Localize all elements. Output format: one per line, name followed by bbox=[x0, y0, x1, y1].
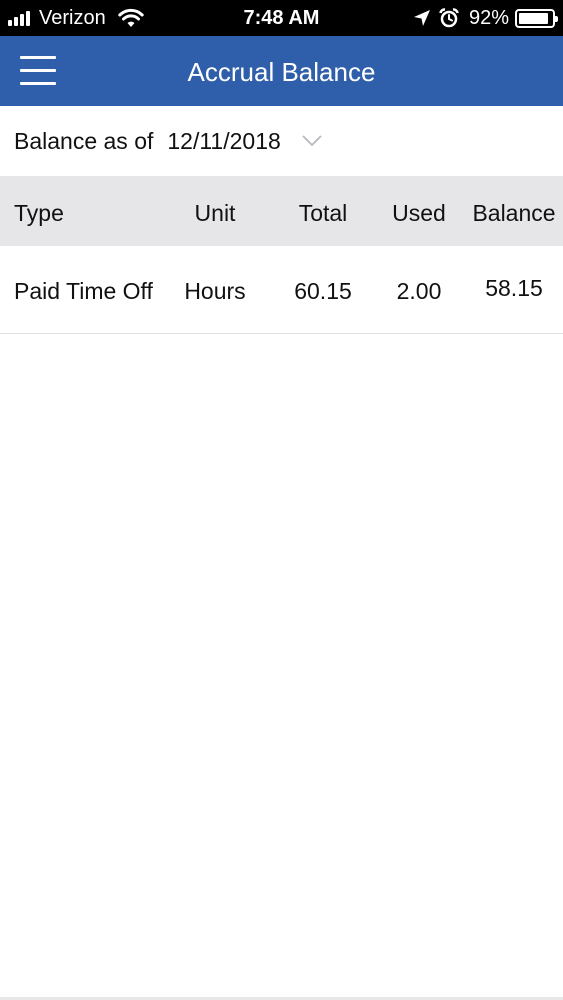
app-header: Accrual Balance bbox=[0, 36, 563, 106]
cell-unit: Hours bbox=[184, 278, 246, 304]
selected-date: 12/11/2018 bbox=[167, 127, 281, 154]
battery-icon bbox=[515, 8, 558, 28]
column-header-total: Total bbox=[298, 200, 348, 226]
cell-used: 2.00 bbox=[396, 278, 442, 304]
date-dropdown[interactable]: 12/11/2018 bbox=[167, 128, 322, 155]
balance-as-of-label: Balance as of bbox=[14, 127, 154, 154]
table-row[interactable]: Paid Time Off Hours 60.15 2.00 58.15 bbox=[0, 246, 563, 334]
battery-cap bbox=[555, 15, 558, 22]
column-header-balance: Balance bbox=[472, 200, 556, 226]
table-header: Type Unit Total Used Balance bbox=[0, 176, 563, 246]
cell-type: Paid Time Off bbox=[14, 278, 153, 304]
column-header-unit: Unit bbox=[194, 200, 236, 226]
column-header-type: Type bbox=[14, 200, 64, 226]
hamburger-menu-icon[interactable] bbox=[18, 54, 58, 88]
wifi-icon bbox=[118, 8, 144, 27]
chevron-down-icon bbox=[302, 135, 322, 147]
carrier-name: Verizon bbox=[39, 7, 106, 29]
status-bar-left: Verizon bbox=[8, 7, 144, 29]
alarm-clock-icon bbox=[439, 8, 459, 28]
location-arrow-icon bbox=[413, 10, 430, 26]
status-bar-right: 92% bbox=[413, 7, 558, 29]
column-header-used: Used bbox=[392, 200, 446, 226]
page-title: Accrual Balance bbox=[187, 57, 376, 87]
cell-balance: 58.15 bbox=[485, 275, 543, 301]
signal-bars-icon bbox=[8, 10, 32, 26]
battery-percentage: 92% bbox=[468, 7, 509, 29]
accrual-balance-screen: Verizon 7:48 AM 92% Accrual Balance Bala… bbox=[0, 0, 563, 1000]
balance-date-filter: Balance as of 12/11/2018 bbox=[0, 106, 563, 176]
battery-level-fill bbox=[519, 12, 549, 24]
status-bar: Verizon 7:48 AM 92% bbox=[0, 0, 563, 36]
cell-total: 60.15 bbox=[294, 278, 352, 304]
